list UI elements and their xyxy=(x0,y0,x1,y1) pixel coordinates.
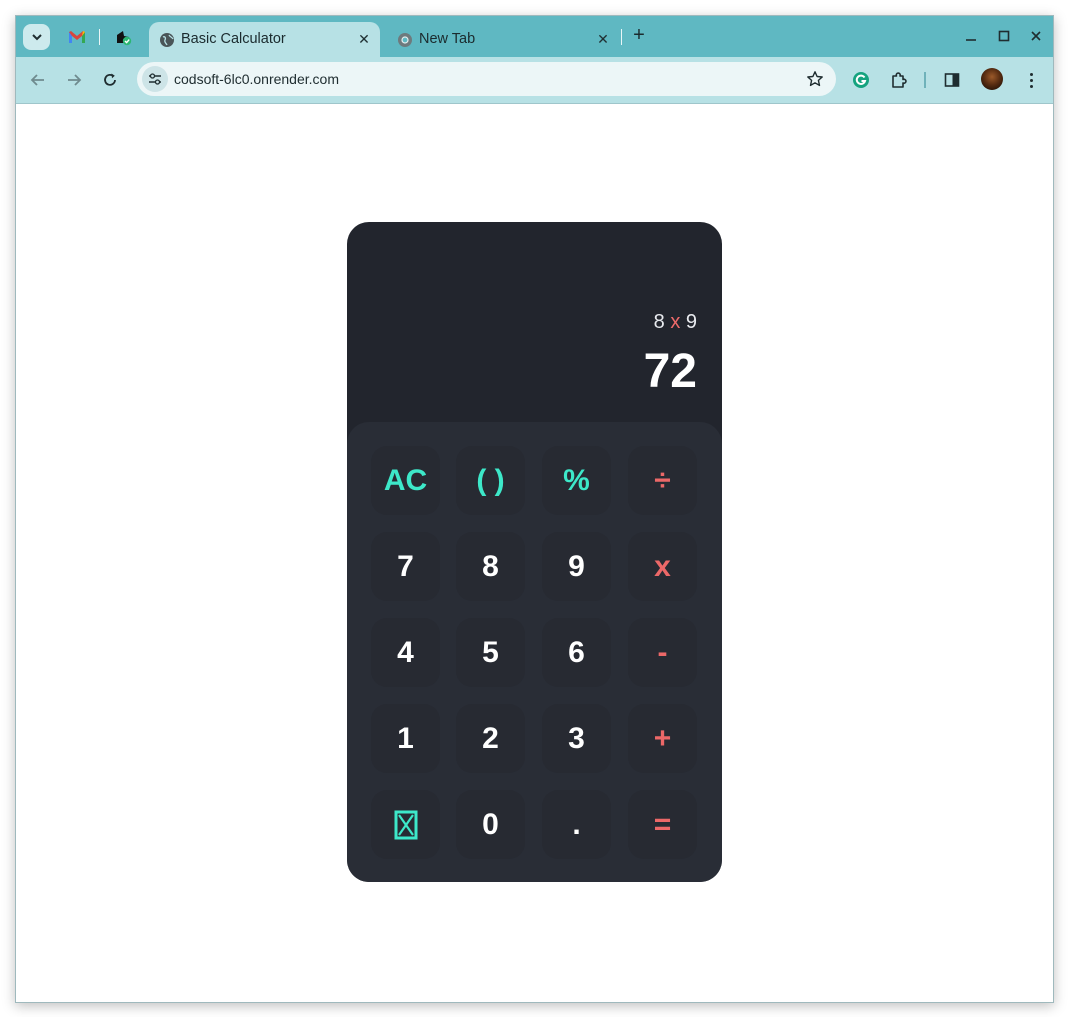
expression-operator: x xyxy=(670,311,681,333)
digit-2-button[interactable]: 2 xyxy=(456,704,525,773)
pinned-tab-extension[interactable] xyxy=(111,25,135,49)
url-text: codsoft-6lc0.onrender.com xyxy=(174,71,339,87)
minimize-button[interactable] xyxy=(962,27,980,45)
tab-title: Basic Calculator xyxy=(181,31,286,47)
grammarly-extension-button[interactable] xyxy=(850,69,872,91)
digit-6-button[interactable]: 6 xyxy=(542,618,611,687)
tab-separator xyxy=(99,29,100,45)
percent-button[interactable]: % xyxy=(542,446,611,515)
digit-5-button[interactable]: 5 xyxy=(456,618,525,687)
pinned-site-icon xyxy=(117,31,132,46)
browser-menu-button[interactable] xyxy=(1023,69,1039,91)
new-tab-button[interactable]: + xyxy=(628,25,650,47)
tab-basic-calculator[interactable]: Basic Calculator ✕ xyxy=(149,22,380,57)
bookmark-star-icon[interactable] xyxy=(806,70,824,88)
close-tab-icon[interactable]: ✕ xyxy=(355,30,373,48)
keypad: AC ( ) % ÷ 7 8 9 x 4 5 6 - 1 2 3 + 0 . = xyxy=(347,422,722,882)
side-panel-button[interactable] xyxy=(941,69,963,91)
digit-0-button[interactable]: 0 xyxy=(456,790,525,859)
tab-search-button[interactable] xyxy=(23,24,50,50)
expression-right-operand: 9 xyxy=(685,311,697,333)
extensions-button[interactable] xyxy=(888,69,910,91)
tab-strip: Basic Calculator ✕ New Tab ✕ + xyxy=(16,16,1053,57)
browser-window: Basic Calculator ✕ New Tab ✕ + codsoft-6… xyxy=(15,15,1054,1003)
expression-left-operand: 8 xyxy=(653,311,665,333)
address-bar[interactable]: codsoft-6lc0.onrender.com xyxy=(137,62,836,96)
backspace-button[interactable] xyxy=(371,790,440,859)
close-icon xyxy=(1031,31,1041,41)
puzzle-icon xyxy=(892,72,907,88)
chrome-icon xyxy=(398,33,412,47)
parentheses-button[interactable]: ( ) xyxy=(456,446,525,515)
digit-9-button[interactable]: 9 xyxy=(542,532,611,601)
pinned-tab-gmail[interactable] xyxy=(65,25,89,49)
digit-4-button[interactable]: 4 xyxy=(371,618,440,687)
clear-button[interactable]: AC xyxy=(371,446,440,515)
site-info-button[interactable] xyxy=(142,66,168,92)
backspace-icon xyxy=(394,810,417,839)
equals-button[interactable]: = xyxy=(628,790,697,859)
arrow-left-icon xyxy=(30,74,44,86)
digit-1-button[interactable]: 1 xyxy=(371,704,440,773)
toolbar-separator xyxy=(924,72,926,88)
reload-icon xyxy=(104,73,116,86)
side-panel-icon xyxy=(944,73,960,87)
browser-toolbar: codsoft-6lc0.onrender.com xyxy=(16,57,1053,104)
digit-7-button[interactable]: 7 xyxy=(371,532,440,601)
maximize-button[interactable] xyxy=(995,27,1013,45)
add-button[interactable]: + xyxy=(628,704,697,773)
close-tab-icon[interactable]: ✕ xyxy=(594,30,612,48)
divide-button[interactable]: ÷ xyxy=(628,446,697,515)
back-button[interactable] xyxy=(27,69,49,91)
decimal-button[interactable]: . xyxy=(542,790,611,859)
subtract-button[interactable]: - xyxy=(628,618,697,687)
page-content: 8 x 9 72 AC ( ) % ÷ 7 8 9 x 4 5 6 - 1 2 … xyxy=(16,104,1053,1002)
tab-separator xyxy=(621,29,622,45)
tab-title: New Tab xyxy=(419,31,476,47)
arrow-right-icon xyxy=(68,74,82,86)
result-text: 72 xyxy=(643,345,697,398)
profile-avatar[interactable] xyxy=(981,68,1003,90)
forward-button[interactable] xyxy=(63,69,85,91)
globe-icon xyxy=(160,33,174,47)
digit-3-button[interactable]: 3 xyxy=(542,704,611,773)
gmail-icon xyxy=(69,31,85,43)
minimize-icon xyxy=(966,39,976,41)
calculator-display: 8 x 9 72 xyxy=(347,222,722,422)
reload-button[interactable] xyxy=(99,69,121,91)
calculator: 8 x 9 72 AC ( ) % ÷ 7 8 9 x 4 5 6 - 1 2 … xyxy=(347,222,722,882)
digit-8-button[interactable]: 8 xyxy=(456,532,525,601)
multiply-button[interactable]: x xyxy=(628,532,697,601)
maximize-icon xyxy=(998,30,1010,42)
grammarly-icon xyxy=(853,72,869,88)
close-window-button[interactable] xyxy=(1027,27,1045,45)
expression-text: 8 x 9 xyxy=(654,311,697,334)
chevron-down-icon xyxy=(31,34,42,41)
tab-new-tab[interactable]: New Tab ✕ xyxy=(387,22,617,57)
tune-icon xyxy=(149,73,161,85)
